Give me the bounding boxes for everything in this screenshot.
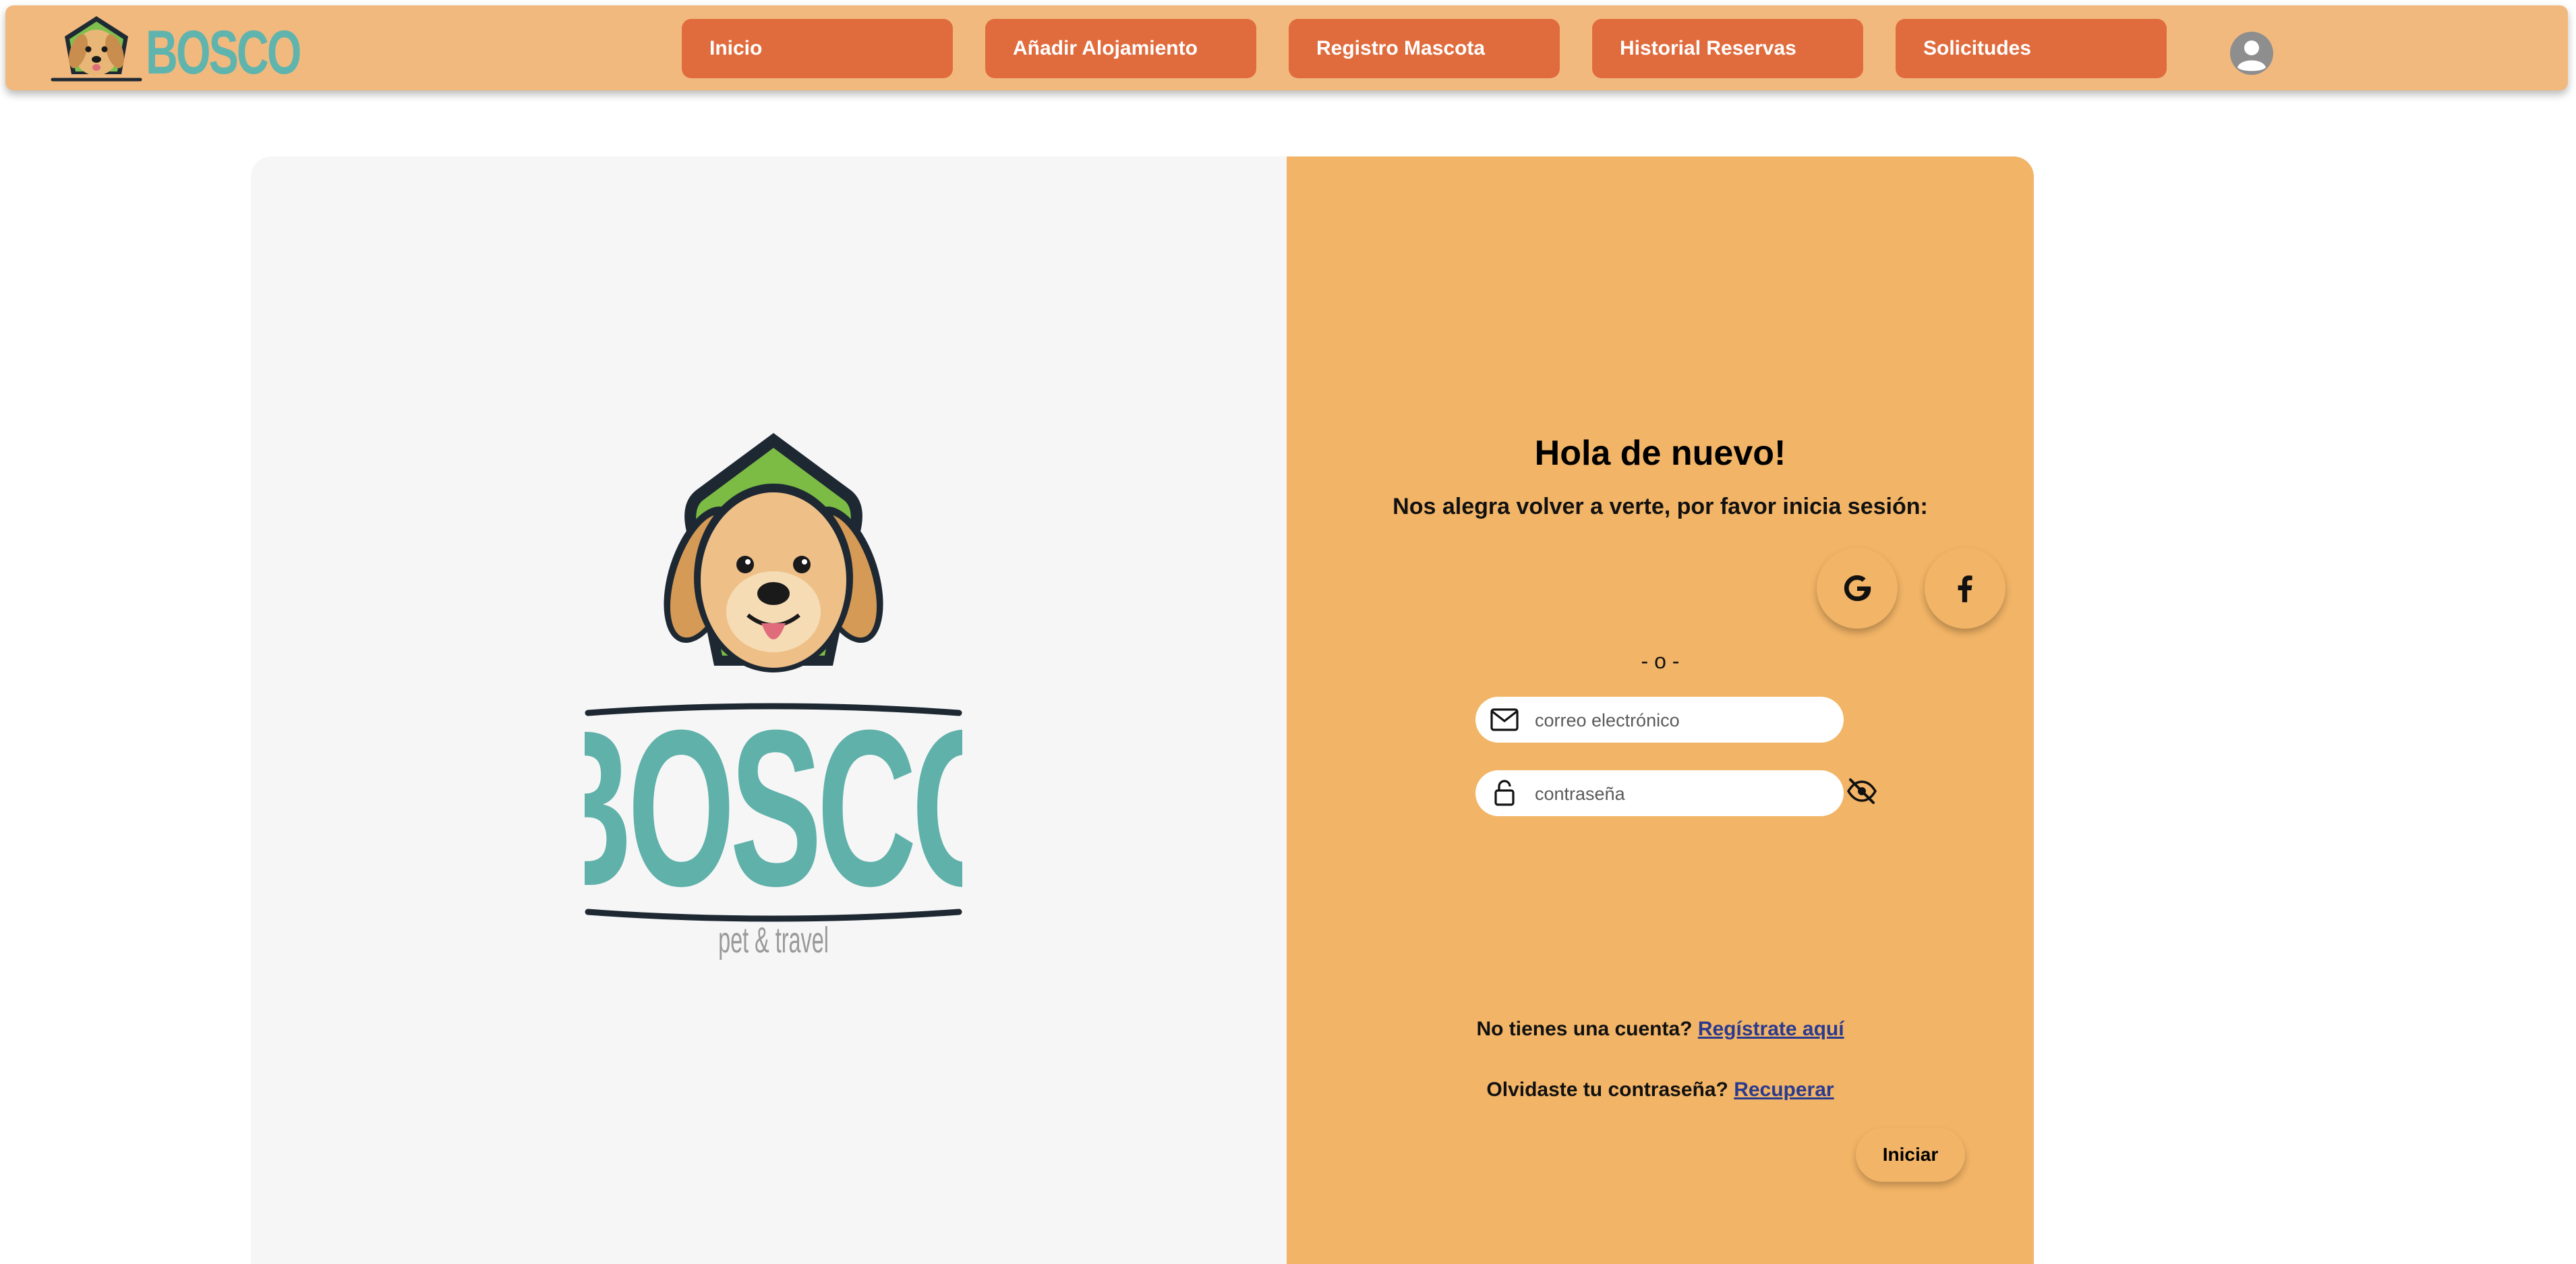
google-icon [1844,575,1871,602]
forgot-prompt: Olvidaste tu contraseña? [1486,1079,1734,1101]
nav-registro-mascota-button[interactable]: Registro Mascota [1289,19,1560,78]
iniciar-button[interactable]: Iniciar [1856,1128,1965,1182]
password-field [1475,770,1844,816]
nav-label: Inicio [709,37,763,59]
dog-logo-icon [51,16,142,82]
nav-label: Historial Reservas [1620,37,1796,59]
password-input[interactable] [1533,776,1833,812]
logo-wordmark: BOSCO [585,684,962,933]
nav-label: Registro Mascota [1316,37,1486,59]
logo-tagline: pet & travel [718,921,829,960]
recover-link[interactable]: Recuperar [1734,1079,1834,1101]
nav-historial-reservas-button[interactable]: Historial Reservas [1592,19,1863,78]
bosco-large-logo-icon: BOSCO pet & travel [585,433,962,960]
envelope-icon [1490,708,1519,731]
or-divider: - o - [1641,649,1680,673]
google-login-button[interactable] [1817,548,1898,629]
brand-name: BOSCO [146,18,301,87]
nav-anadir-alojamiento-button[interactable]: Añadir Alojamiento [985,19,1256,78]
nav-label: Solicitudes [1923,37,2032,59]
register-line: No tienes una cuenta? Regístrate aquí [1287,1018,2034,1041]
toggle-password-visibility-icon[interactable] [1846,776,1877,807]
nav-solicitudes-button[interactable]: Solicitudes [1896,19,2167,78]
login-title: Hola de nuevo! [1534,434,1786,473]
facebook-login-button[interactable] [1925,548,2006,629]
email-input[interactable] [1533,702,1833,739]
nav-inicio-button[interactable]: Inicio [682,19,953,78]
user-avatar-icon[interactable] [2229,31,2274,76]
register-link[interactable]: Regístrate aquí [1698,1018,1844,1040]
login-panel: Hola de nuevo! Nos alegra volver a verte… [1287,156,2034,1264]
lock-icon [1494,780,1515,806]
register-prompt: No tienes una cuenta? [1476,1018,1698,1040]
nav-label: Añadir Alojamiento [1013,37,1198,59]
forgot-line: Olvidaste tu contraseña? Recuperar [1287,1079,2034,1101]
facebook-icon [1958,575,1972,602]
login-card: BOSCO pet & travel Hola de nuevo! Nos al… [251,156,2034,1264]
brand-logo[interactable]: BOSCO [46,12,301,88]
login-subtitle: Nos alegra volver a verte, por favor ini… [1393,494,1928,519]
top-navbar: BOSCO Inicio Añadir Alojamiento Registro… [5,5,2568,90]
logo-panel: BOSCO pet & travel [251,156,1287,1264]
email-field [1475,697,1844,743]
login-form: Hola de nuevo! Nos alegra volver a verte… [1287,156,2034,1264]
